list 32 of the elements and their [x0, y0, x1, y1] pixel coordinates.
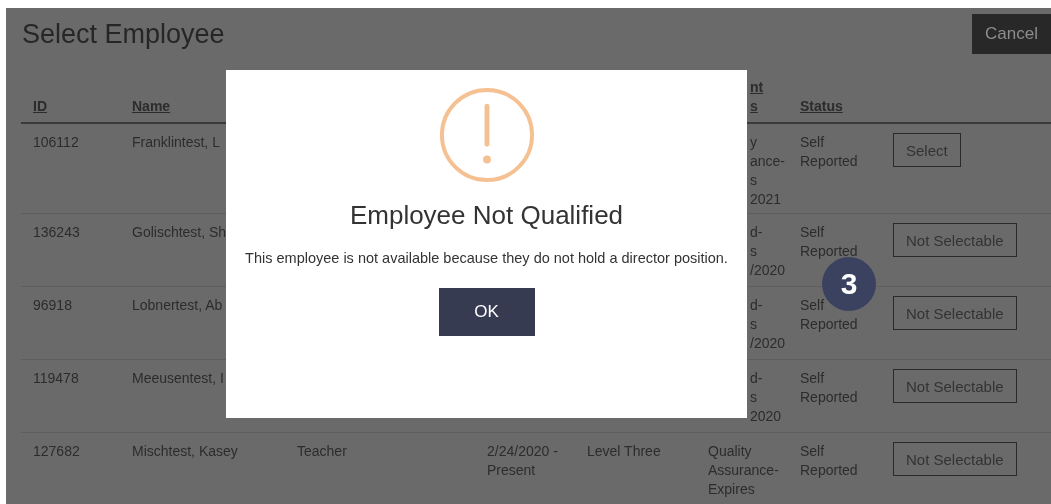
- table-cell: Self Reported: [800, 296, 858, 334]
- table-cell: d- s /2020: [750, 296, 786, 353]
- table-cell: 96918: [33, 297, 72, 313]
- table-cell: 127682: [33, 443, 80, 459]
- dialog-message: This employee is not available because they do not hold a director position.: [244, 249, 729, 268]
- page-title: Select Employee: [22, 19, 225, 50]
- cancel-button[interactable]: Cancel: [972, 14, 1051, 54]
- table-cell: Self Reported: [800, 223, 858, 261]
- table-cell: Golischtest, Sh: [132, 224, 227, 240]
- column-header[interactable]: Status: [800, 97, 843, 116]
- column-header[interactable]: ID: [33, 97, 47, 116]
- column-header[interactable]: nt s: [750, 78, 764, 116]
- table-cell: 2/24/2020 - Present: [487, 442, 558, 480]
- table-cell: Lobnertest, Ab: [132, 297, 223, 313]
- warning-icon: [437, 86, 536, 184]
- table-cell: Self Reported: [800, 369, 858, 407]
- column-header[interactable]: Name: [132, 97, 171, 116]
- table-cell: y ance- s 2021: [750, 133, 786, 209]
- table-cell: 119478: [33, 370, 79, 386]
- table-cell: Level Three: [587, 443, 661, 459]
- dialog-title: Employee Not Qualified: [349, 200, 624, 231]
- table-cell: 136243: [33, 224, 80, 240]
- table-cell: Self Reported: [800, 133, 858, 171]
- table-cell: d- s /2020: [750, 223, 786, 280]
- table-cell: Quality Assurance- Expires: [708, 442, 779, 499]
- table-cell: Franklintest, L: [132, 134, 220, 150]
- table-cell: d- s 2020: [750, 369, 782, 426]
- ok-button[interactable]: OK: [438, 288, 535, 336]
- table-cell: Teacher: [297, 443, 347, 459]
- table-cell: Mischtest, Kasey: [132, 443, 238, 459]
- table-cell: 106112: [33, 134, 79, 150]
- table-cell: Self Reported: [800, 442, 858, 480]
